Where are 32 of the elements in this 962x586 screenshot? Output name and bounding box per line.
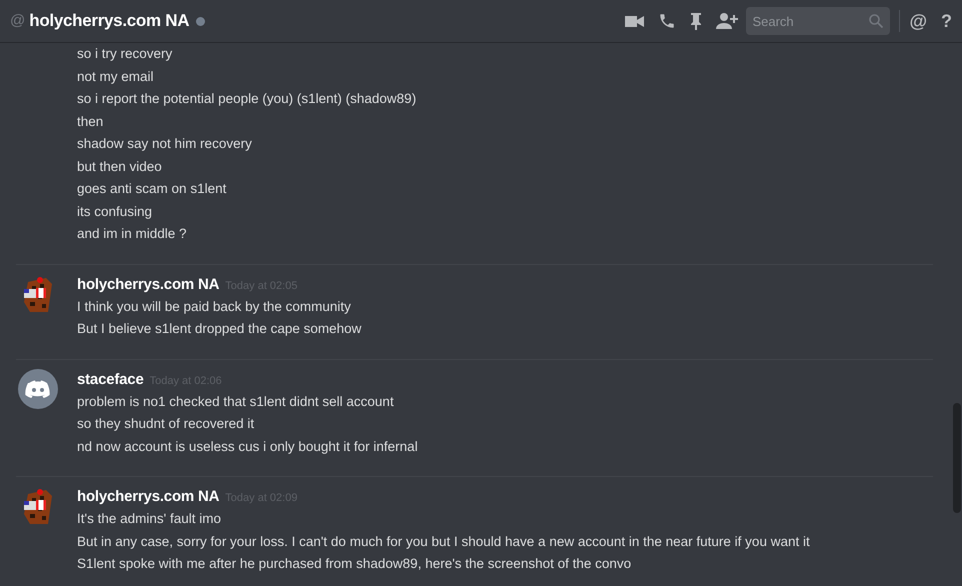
scrollbar-thumb[interactable] [953, 403, 961, 513]
message-text: so i try recovery [77, 45, 174, 63]
add-person-icon[interactable] [716, 13, 738, 29]
message-text: But in any case, sorry for your loss. I can't do much for you but I should have a new account in the near future if you want it [77, 532, 810, 551]
message-text: It's the admins' fault imo [77, 510, 222, 528]
help-button[interactable]: ? [941, 8, 952, 34]
search-field[interactable]: Search [746, 7, 890, 35]
message-text: not my email [77, 68, 155, 86]
phone-icon[interactable] [658, 12, 676, 30]
message-text: nd now account is useless cus i only bought it for infernal [77, 438, 418, 456]
message-text: but then video [77, 158, 163, 176]
message-text: I think you will be paid back by the community [77, 298, 352, 316]
message-text: But I believe s1lent dropped the cape somehow [77, 320, 362, 338]
message-text: S1lent spoke with me after he purchased from shadow89, here's the screenshot of the convo [77, 555, 632, 573]
author-name[interactable]: staceface [77, 368, 144, 391]
message-text: so i report the potential people (you) (s1lent) (shadow89) [77, 90, 416, 108]
pin-icon[interactable] [690, 12, 702, 30]
message-text: problem is no1 checked that s1lent didnt sell account [77, 392, 395, 411]
message-text: goes anti scam on s1lent [77, 180, 228, 198]
author-name[interactable]: holycherrys.com NA [77, 274, 220, 296]
message-text: its confusing [77, 202, 154, 221]
author-name[interactable]: holycherrys.com NA [77, 486, 220, 508]
message-text: shadow say not him recovery [77, 135, 253, 153]
channel-title: holycherrys.com NA [29, 10, 190, 32]
at-sign: @ [10, 10, 26, 31]
search-icon [869, 14, 884, 28]
video-camera-icon[interactable] [625, 14, 644, 28]
message-text: so they shudnt of recovered it [77, 415, 256, 433]
avatar[interactable] [18, 368, 58, 408]
mention-button[interactable]: @ [909, 8, 927, 34]
message-text: and im in middle ? [77, 225, 188, 243]
message-text: then [77, 112, 104, 130]
